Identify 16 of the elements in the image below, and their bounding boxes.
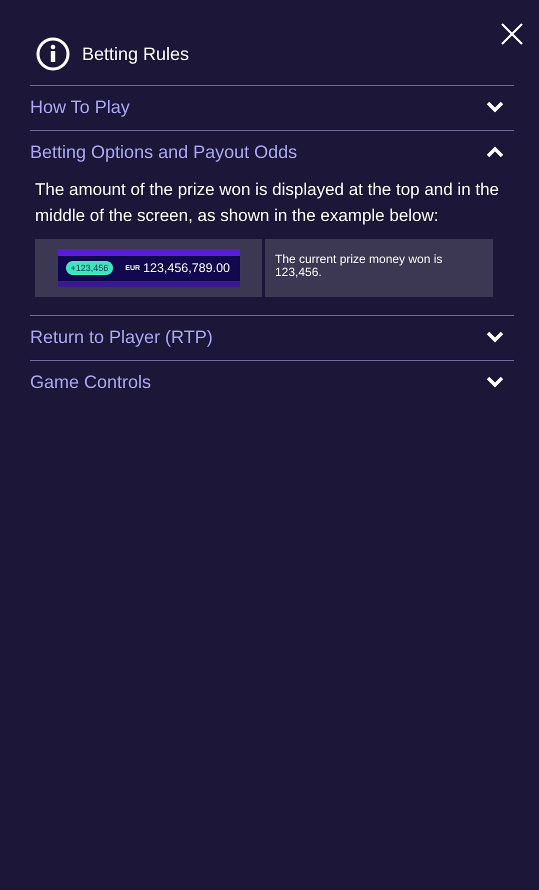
section-header[interactable]: Betting Options and Payout Odds — [30, 131, 514, 175]
description-cell: The current prize money won is 123,456. — [265, 239, 493, 297]
chevron-down-icon — [486, 101, 504, 113]
chevron-up-icon — [486, 146, 504, 158]
intro-paragraph: The amount of the prize won is displayed at the top and in the middle of the screen, as shown in the example below: — [35, 179, 500, 227]
dialog-title: Betting Rules — [82, 44, 190, 64]
close-button[interactable] — [500, 22, 524, 46]
section-header[interactable]: Return to Player (RTP) — [30, 316, 514, 360]
close-icon — [500, 22, 524, 46]
prize-amount: 123,456,789.00 — [143, 261, 230, 275]
chevron-down-icon — [486, 331, 504, 343]
info-icon — [36, 37, 70, 71]
win-badge: +123,456 — [66, 261, 114, 275]
section-header[interactable]: Game Controls — [30, 361, 514, 405]
chevron-down-icon — [486, 376, 504, 388]
section-header[interactable]: How To Play — [30, 86, 514, 130]
